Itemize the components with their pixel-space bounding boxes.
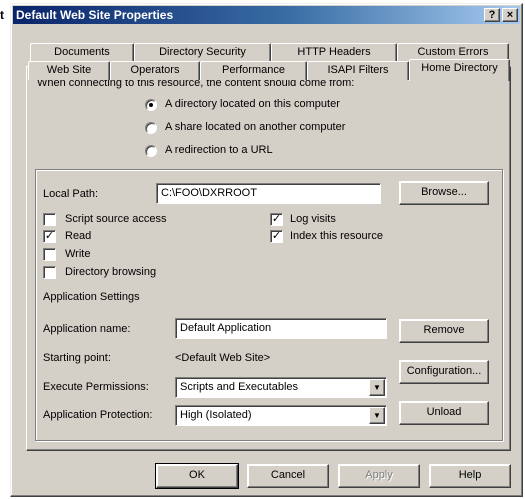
chevron-down-icon[interactable]: ▼ (369, 379, 385, 396)
read-label[interactable]: Read (65, 230, 91, 242)
checkbox-write[interactable] (43, 248, 56, 261)
stray-title-fragment: t (0, 8, 4, 22)
home-directory-panel: When connecting to this resource, the co… (26, 66, 511, 451)
cancel-button[interactable]: Cancel (247, 464, 329, 488)
properties-dialog: Default Web Site Properties ? × Document… (10, 3, 523, 497)
help-icon[interactable]: ? (484, 8, 500, 22)
tab-operators[interactable]: Operators (110, 61, 200, 80)
local-path-input[interactable]: C:\FOO\DXRROOT (156, 183, 381, 204)
unload-button[interactable]: Unload (399, 401, 489, 425)
checkbox-index-resource[interactable]: ✓ (270, 230, 283, 243)
tab-documents[interactable]: Documents (30, 43, 134, 62)
checkbox-log-visits[interactable]: ✓ (270, 213, 283, 226)
help-button[interactable]: Help (429, 464, 511, 488)
radio-url-redirect[interactable] (145, 145, 157, 157)
write-label[interactable]: Write (65, 248, 90, 260)
log-visits-label[interactable]: Log visits (290, 213, 336, 225)
app-protection-value: High (Isolated) (180, 409, 252, 421)
tab-performance[interactable]: Performance (200, 61, 307, 80)
app-name-input[interactable]: Default Application (175, 318, 387, 339)
starting-point-label: Starting point: (43, 352, 111, 364)
radio-local-directory-label[interactable]: A directory located on this computer (165, 98, 340, 110)
window-title: Default Web Site Properties (16, 8, 174, 22)
ok-button[interactable]: OK (155, 463, 239, 489)
browse-button[interactable]: Browse... (399, 181, 489, 205)
radio-network-share-label[interactable]: A share located on another computer (165, 121, 345, 133)
radio-local-directory[interactable] (145, 99, 157, 111)
script-source-access-label[interactable]: Script source access (65, 213, 166, 225)
radio-network-share[interactable] (145, 122, 157, 134)
tab-row-front: Web Site Operators Performance ISAPI Fil… (26, 59, 511, 81)
close-icon[interactable]: × (502, 8, 518, 22)
chevron-down-icon[interactable]: ▼ (369, 407, 385, 424)
tab-home-directory[interactable]: Home Directory (409, 59, 510, 81)
checkbox-script-source-access[interactable] (43, 213, 56, 226)
execute-permissions-label: Execute Permissions: (43, 381, 149, 393)
local-path-label: Local Path: (43, 188, 99, 200)
directory-browsing-label[interactable]: Directory browsing (65, 266, 156, 278)
starting-point-value: <Default Web Site> (175, 352, 271, 364)
checkbox-directory-browsing[interactable] (43, 266, 56, 279)
execute-permissions-value: Scripts and Executables (180, 381, 299, 393)
app-name-label: Application name: (43, 323, 131, 335)
checkbox-read[interactable]: ✓ (43, 230, 56, 243)
tab-web-site[interactable]: Web Site (28, 61, 110, 80)
tab-isapi-filters[interactable]: ISAPI Filters (307, 61, 409, 80)
radio-url-redirect-label[interactable]: A redirection to a URL (165, 144, 273, 156)
app-settings-heading: Application Settings (43, 291, 140, 303)
title-bar[interactable]: Default Web Site Properties ? × (13, 6, 520, 24)
apply-button[interactable]: Apply (338, 464, 420, 488)
remove-button[interactable]: Remove (399, 319, 489, 343)
app-protection-select[interactable]: High (Isolated) ▼ (175, 405, 387, 426)
tab-http-headers[interactable]: HTTP Headers (271, 43, 397, 62)
execute-permissions-select[interactable]: Scripts and Executables ▼ (175, 377, 387, 398)
index-resource-label[interactable]: Index this resource (290, 230, 383, 242)
tab-directory-security[interactable]: Directory Security (134, 43, 271, 62)
app-protection-label: Application Protection: (43, 409, 153, 421)
configuration-button[interactable]: Configuration... (399, 360, 489, 384)
